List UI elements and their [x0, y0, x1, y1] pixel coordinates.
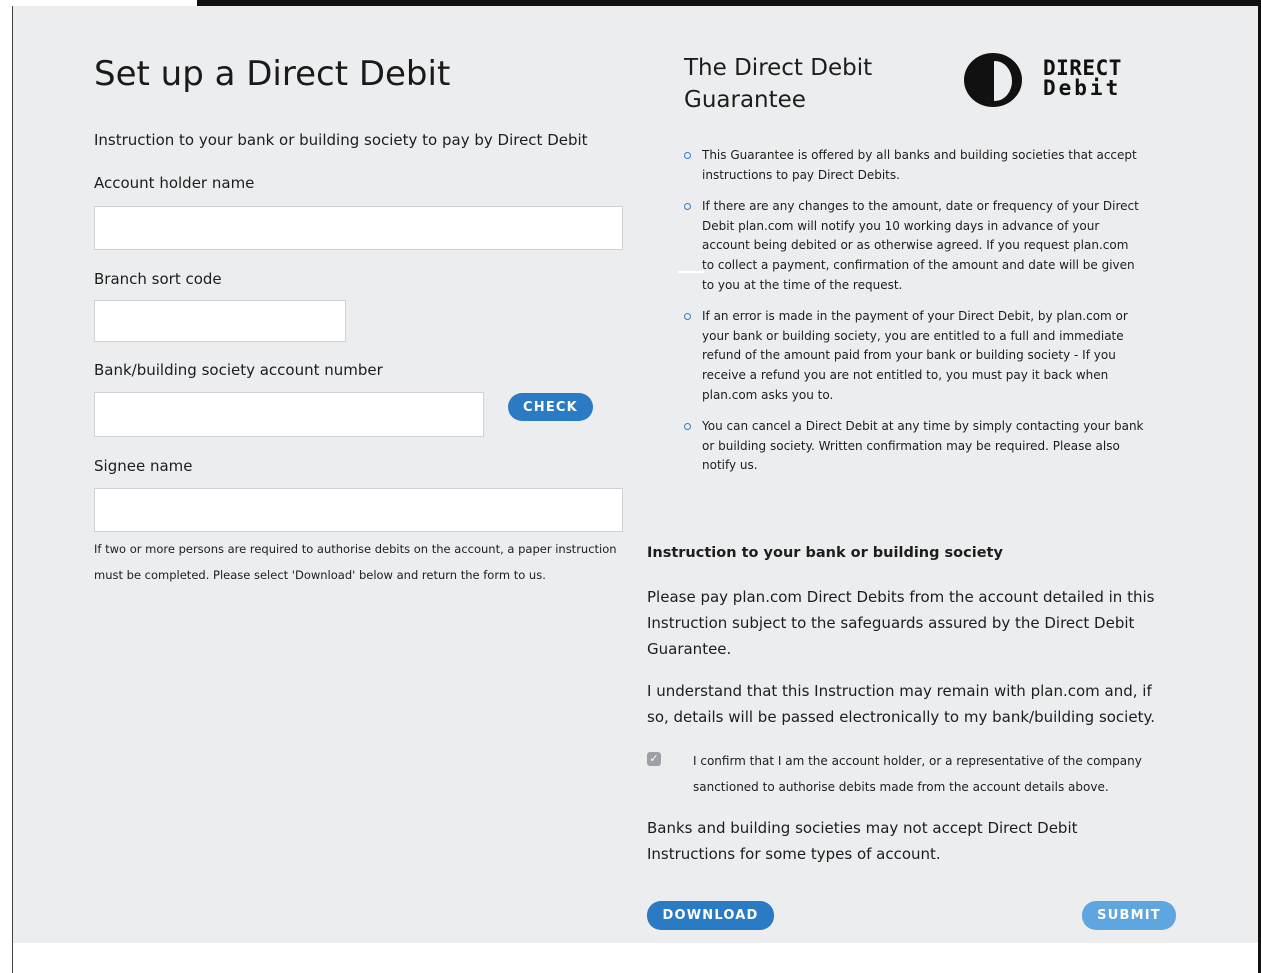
signee-input[interactable] — [94, 488, 623, 532]
bullet-icon — [684, 313, 691, 321]
account-holder-input[interactable] — [94, 206, 623, 250]
guarantee-item: This Guarantee is offered by all banks a… — [684, 146, 1144, 185]
instruction-paragraph-2: I understand that this Instruction may r… — [647, 682, 1155, 726]
render-artifact — [678, 271, 704, 273]
bullet-icon — [684, 423, 691, 431]
guarantee-item-text: If an error is made in the payment of yo… — [702, 309, 1128, 402]
logo-line-debit: Debit — [1043, 76, 1122, 100]
confirm-label: I confirm that I am the account holder, … — [693, 754, 1142, 794]
instruction-heading: Instruction to your bank or building soc… — [647, 545, 1003, 561]
submit-button[interactable]: SUBMIT — [1082, 901, 1176, 930]
direct-debit-logo-icon — [964, 53, 1022, 107]
guarantee-title: The Direct Debit Guarantee — [684, 55, 873, 113]
sort-code-label: Branch sort code — [94, 270, 222, 288]
confirm-checkbox[interactable]: ✓ — [647, 752, 661, 766]
guarantee-item: You can cancel a Direct Debit at any tim… — [684, 417, 1144, 476]
logo-line-direct: DIRECT — [1043, 56, 1122, 80]
check-button[interactable]: CHECK — [508, 393, 593, 421]
download-button[interactable]: DOWNLOAD — [647, 901, 774, 930]
check-mark-icon: ✓ — [649, 752, 659, 765]
account-number-label: Bank/building society account number — [94, 361, 383, 379]
guarantee-item-text: If there are any changes to the amount, … — [702, 199, 1139, 292]
bullet-icon — [684, 203, 691, 211]
account-holder-label: Account holder name — [94, 174, 255, 192]
page-title: Set up a Direct Debit — [94, 54, 451, 94]
bullet-icon — [684, 152, 691, 159]
guarantee-item: If there are any changes to the amount, … — [684, 197, 1144, 295]
direct-debit-logo: DIRECT Debit — [1043, 56, 1122, 100]
instruction-paragraph-3: Banks and building societies may not acc… — [647, 819, 1078, 863]
guarantee-item-text: This Guarantee is offered by all banks a… — [702, 148, 1137, 182]
signee-label: Signee name — [94, 457, 193, 475]
guarantee-item-text: You can cancel a Direct Debit at any tim… — [702, 419, 1144, 473]
form-intro: Instruction to your bank or building soc… — [94, 131, 588, 149]
paper-instruction-note: If two or more persons are required to a… — [94, 542, 617, 582]
account-number-input[interactable] — [94, 392, 484, 437]
instruction-paragraph-1: Please pay plan.com Direct Debits from t… — [647, 588, 1155, 658]
guarantee-item: If an error is made in the payment of yo… — [684, 307, 1144, 405]
sort-code-input[interactable] — [94, 300, 346, 342]
guarantee-list: This Guarantee is offered by all banks a… — [684, 146, 1144, 488]
